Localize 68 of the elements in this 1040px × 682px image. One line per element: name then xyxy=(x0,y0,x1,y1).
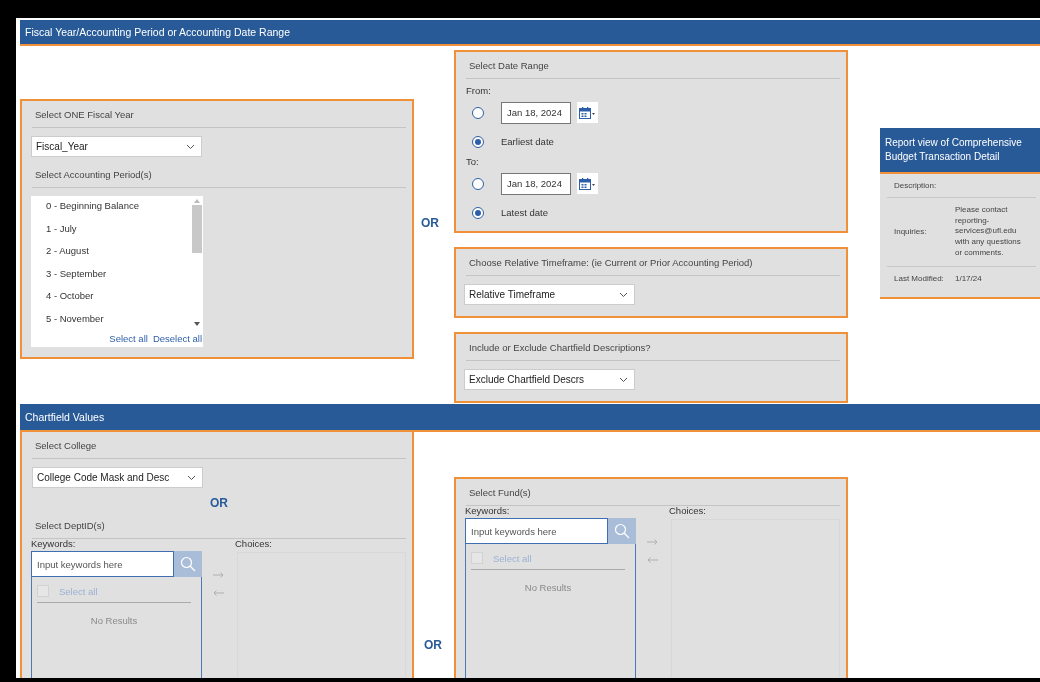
info-value: 1/17/24 xyxy=(955,273,983,285)
radio-button[interactable] xyxy=(472,177,484,190)
panel-heading: Select Fund(s) xyxy=(466,479,840,506)
field-label: To: xyxy=(466,156,480,167)
info-label: Inquiries: xyxy=(893,227,928,237)
empty-message: No Results xyxy=(523,582,573,593)
arrow-right-icon[interactable] xyxy=(647,539,658,545)
field-label: Keywords: xyxy=(31,538,77,549)
calendar-button[interactable] xyxy=(577,102,598,123)
or-label: OR xyxy=(210,496,228,510)
panel-heading: Select Accounting Period(s) xyxy=(32,161,406,188)
list-item[interactable]: 4 - October xyxy=(31,286,191,309)
arrow-left-icon[interactable] xyxy=(647,557,658,563)
select-all-link[interactable]: Select all xyxy=(109,332,148,344)
or-label: OR xyxy=(421,216,439,230)
panel-heading: Choose Relative Timeframe: (ie Current or Prior Accounting Period) xyxy=(466,249,840,276)
or-label: OR xyxy=(424,638,442,652)
panel-heading: Select ONE Fiscal Year xyxy=(32,101,406,128)
info-label: Description: xyxy=(893,181,938,190)
section-title: Fiscal Year/Accounting Period or Accounting Date Range xyxy=(25,26,290,38)
date-field[interactable]: Jan 18, 2024 xyxy=(501,172,571,195)
dropdown[interactable]: Relative Timeframe xyxy=(464,284,635,305)
chevron-down-icon xyxy=(186,143,195,150)
search-icon xyxy=(614,523,630,539)
calendar-icon xyxy=(579,106,596,119)
panel-heading: Select College xyxy=(32,432,406,459)
radio-button[interactable] xyxy=(472,135,484,148)
radio-button[interactable] xyxy=(472,106,484,119)
chevron-down-icon xyxy=(619,291,628,298)
list-item[interactable]: 1 - July xyxy=(31,218,191,241)
dropdown[interactable]: Fiscal_Year xyxy=(31,136,202,157)
dropdown[interactable]: College Code Mask and Desc xyxy=(32,467,203,488)
panel-heading: Include or Exclude Chartfield Descriptions? xyxy=(466,334,840,361)
list-item[interactable]: 5 - November xyxy=(31,308,191,329)
radio-label: Earliest date xyxy=(501,136,554,147)
scroll-up-icon[interactable] xyxy=(194,199,200,203)
date-field[interactable]: Jan 18, 2024 xyxy=(501,101,571,124)
arrow-right-icon[interactable] xyxy=(213,572,224,578)
radio-label: Latest date xyxy=(501,207,548,218)
chevron-down-icon xyxy=(187,474,196,481)
radio-button[interactable] xyxy=(472,206,484,219)
info-label: Last Modified: xyxy=(893,274,945,284)
checkbox-label: Select all xyxy=(59,585,98,597)
choices-list[interactable] xyxy=(671,519,840,678)
section-title: Chartfield Values xyxy=(25,411,105,423)
list-item[interactable]: 3 - September xyxy=(31,263,191,286)
panel-heading: Select Date Range xyxy=(466,52,840,79)
field-label: Keywords: xyxy=(465,505,511,516)
calendar-icon xyxy=(579,177,596,190)
field-label: Choices: xyxy=(235,538,273,549)
checkbox-label: Select all xyxy=(493,552,532,564)
list-item[interactable]: 0 - Beginning Balance xyxy=(31,196,191,219)
search-button[interactable] xyxy=(608,518,636,544)
dropdown[interactable]: Exclude Chartfield Descrs xyxy=(464,369,635,390)
empty-message: No Results xyxy=(89,615,139,626)
search-button[interactable] xyxy=(174,551,202,577)
deselect-all-link[interactable]: Deselect all xyxy=(152,332,202,344)
card-title: Report view of Comprehensive Budget Transaction Detail xyxy=(880,128,1040,174)
chevron-down-icon xyxy=(619,376,628,383)
scroll-down-icon[interactable] xyxy=(194,322,200,326)
panel-heading: Select DeptID(s) xyxy=(32,512,406,539)
field-label: From: xyxy=(466,85,492,96)
arrow-left-icon[interactable] xyxy=(213,590,224,596)
list-item[interactable]: 2 - August xyxy=(31,241,191,264)
search-icon xyxy=(180,556,196,572)
info-value: Please contact reporting-services@ufl.edu with any questions or comments. xyxy=(955,205,1021,259)
field-label: Choices: xyxy=(669,505,707,516)
calendar-button[interactable] xyxy=(577,173,598,194)
